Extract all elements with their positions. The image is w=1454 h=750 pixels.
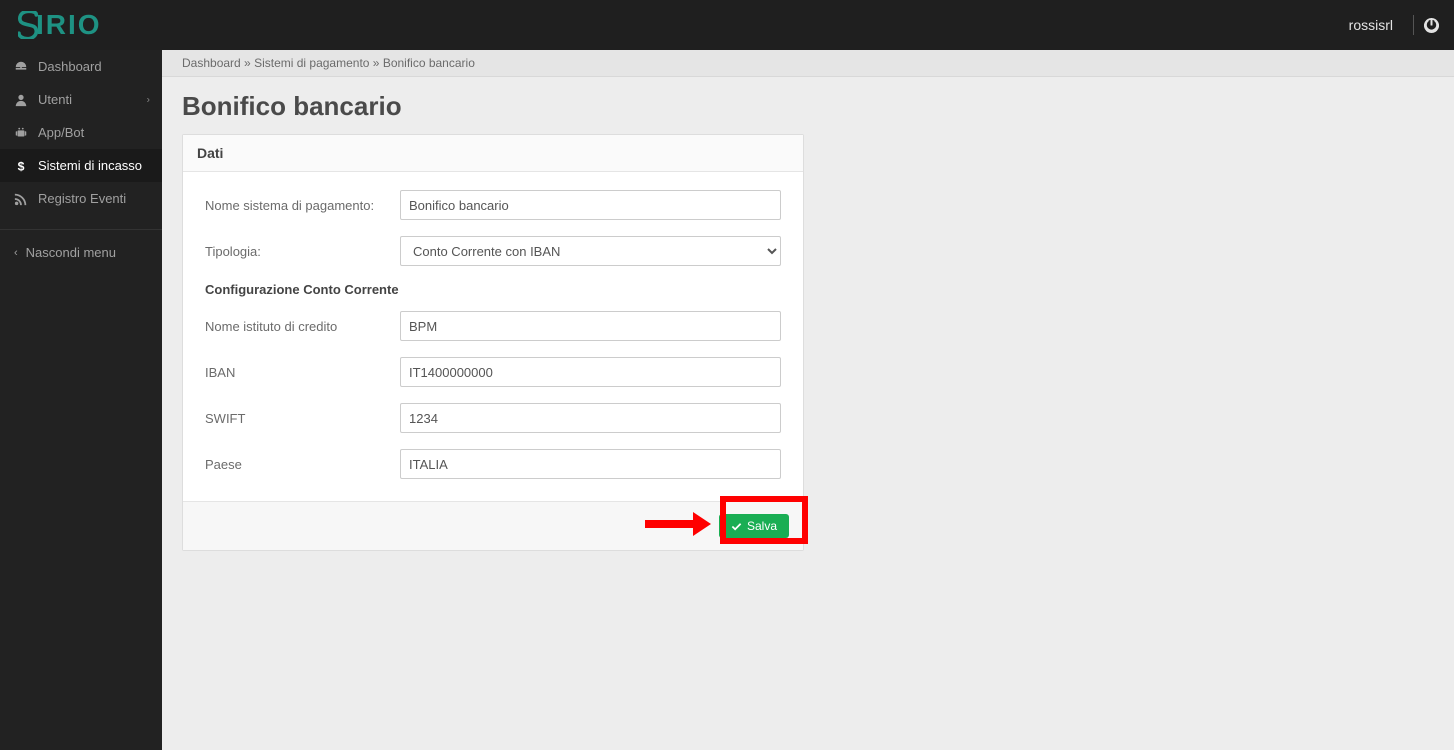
select-tipologia[interactable]: Conto Corrente con IBAN [400,236,781,266]
save-button[interactable]: Salva [719,514,789,538]
chevron-left-icon: ‹ [14,247,18,259]
label-tipologia: Tipologia: [205,244,400,259]
rss-icon [14,192,28,206]
label-iban: IBAN [205,365,400,380]
label-nome-sistema: Nome sistema di pagamento: [205,198,400,213]
breadcrumb-current: Bonifico bancario [383,56,475,70]
label-swift: SWIFT [205,411,400,426]
panel-header: Dati [183,135,803,172]
panel-footer: Salva [183,501,803,550]
sidebar-nav: Dashboard Utenti › App/Bot $ Sis [0,50,162,215]
sidebar-item-label: Sistemi di incasso [38,158,142,173]
input-paese[interactable] [400,449,781,479]
sidebar-item-dashboard[interactable]: Dashboard [0,50,162,83]
sidebar: Dashboard Utenti › App/Bot $ Sis [0,50,162,750]
input-istituto[interactable] [400,311,781,341]
topbar-username[interactable]: rossisrl [1349,17,1393,33]
topbar-separator [1413,15,1414,35]
main-content: Dashboard » Sistemi di pagamento » Bonif… [162,50,1454,750]
svg-text:$: $ [18,159,25,173]
save-button-label: Salva [747,519,777,533]
dashboard-icon [14,60,28,74]
power-icon[interactable] [1424,18,1439,33]
sidebar-item-sistemi-incasso[interactable]: $ Sistemi di incasso [0,149,162,182]
sidebar-item-label: App/Bot [38,125,84,140]
breadcrumb: Dashboard » Sistemi di pagamento » Bonif… [162,50,1454,77]
brand-logo[interactable]: IRIO [0,0,162,50]
sidebar-item-label: Dashboard [38,59,102,74]
hide-menu-label: Nascondi menu [26,245,116,260]
sidebar-separator [0,229,162,230]
subheading-config-cc: Configurazione Conto Corrente [205,282,781,297]
sidebar-item-label: Utenti [38,92,72,107]
brand-text: IRIO [18,9,102,41]
check-icon [731,521,742,532]
sidebar-item-utenti[interactable]: Utenti › [0,83,162,116]
label-paese: Paese [205,457,400,472]
breadcrumb-sistemi[interactable]: Sistemi di pagamento [254,56,369,70]
sidebar-item-appbot[interactable]: App/Bot [0,116,162,149]
sidebar-item-registro-eventi[interactable]: Registro Eventi [0,182,162,215]
chevron-right-icon: › [147,94,150,105]
input-iban[interactable] [400,357,781,387]
dollar-icon: $ [14,159,28,173]
topbar: IRIO rossisrl [0,0,1454,50]
android-icon [14,126,28,140]
input-nome-sistema[interactable] [400,190,781,220]
user-icon [14,93,28,107]
panel-dati: Dati Nome sistema di pagamento: Tipologi… [182,134,804,551]
panel-body: Nome sistema di pagamento: Tipologia: Co… [183,172,803,501]
page-title: Bonifico bancario [162,77,1454,134]
annotation-arrow [645,512,715,536]
input-swift[interactable] [400,403,781,433]
breadcrumb-dashboard[interactable]: Dashboard [182,56,241,70]
hide-menu-button[interactable]: ‹ Nascondi menu [0,236,162,269]
sidebar-item-label: Registro Eventi [38,191,126,206]
label-istituto: Nome istituto di credito [205,319,400,334]
